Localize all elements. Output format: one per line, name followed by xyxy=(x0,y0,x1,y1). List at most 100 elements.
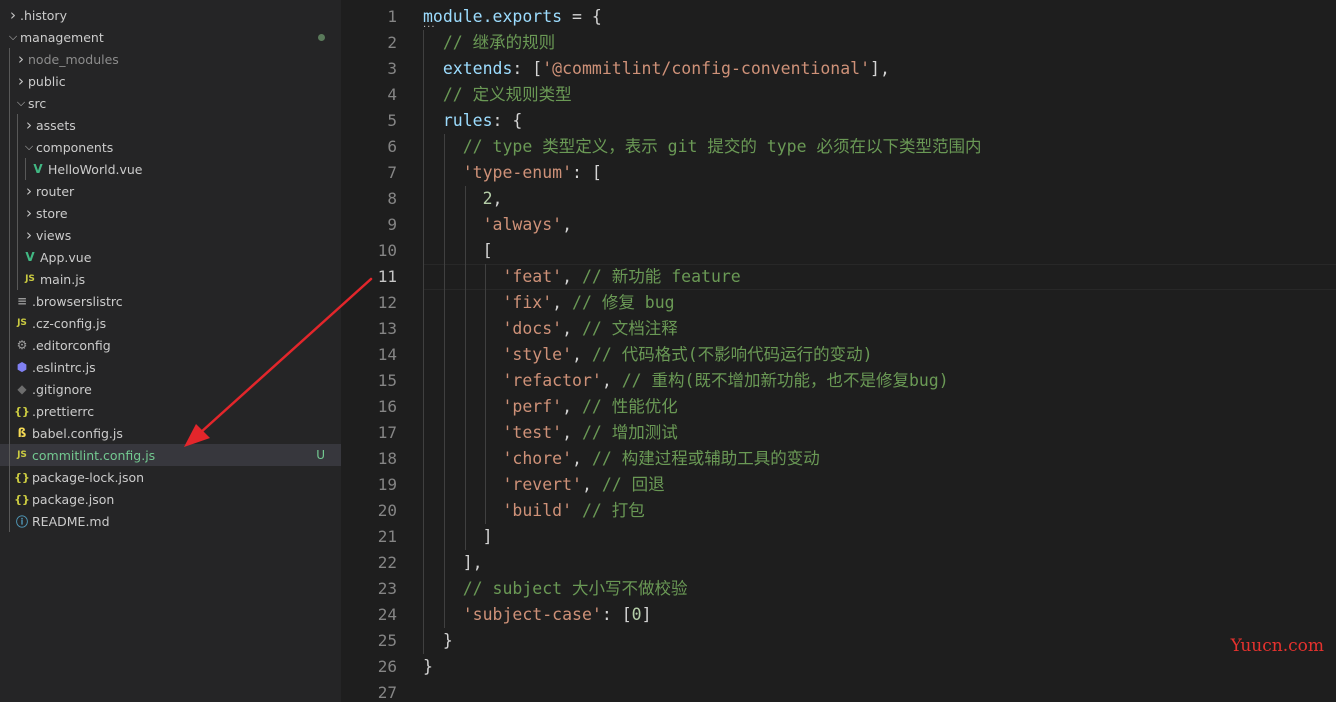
code-line[interactable]: 'build' // 打包 xyxy=(423,498,644,524)
code-line[interactable]: module.exports = { xyxy=(423,4,602,30)
line-number: 7 xyxy=(387,163,397,182)
code-token: '@commitlint/config-conventional' xyxy=(542,59,871,78)
code-line[interactable]: // type 类型定义，表示 git 提交的 type 必须在以下类型范围内 xyxy=(423,134,982,160)
explorer-folder[interactable]: › views xyxy=(0,224,341,246)
code-token: , xyxy=(492,189,503,208)
code-token: = { xyxy=(562,7,602,26)
explorer-file[interactable]: ≡ .browserslistrc xyxy=(0,290,341,312)
code-line[interactable]: 'always', xyxy=(423,212,572,238)
explorer-folder[interactable]: › assets xyxy=(0,114,341,136)
explorer-item-label: .cz-config.js xyxy=(32,315,107,331)
code-token: , xyxy=(562,397,582,416)
code-token: ] xyxy=(423,527,493,546)
code-line[interactable]: } xyxy=(423,628,453,654)
explorer-folder[interactable]: ⌵ src xyxy=(0,92,341,114)
code-line[interactable]: ] xyxy=(423,524,493,550)
code-line[interactable]: 'fix', // 修复 bug xyxy=(423,290,674,316)
code-line[interactable]: 'feat', // 新功能 feature xyxy=(423,264,741,290)
code-line[interactable]: 'revert', // 回退 xyxy=(423,472,664,498)
lines-file-icon: ≡ xyxy=(16,294,28,308)
code-line[interactable]: 'chore', // 构建过程或辅助工具的变动 xyxy=(423,446,819,472)
code-token: 'subject-case' xyxy=(462,605,602,624)
code-line[interactable]: 'perf', // 性能优化 xyxy=(423,394,677,420)
chevron-down-icon: ⌵ xyxy=(8,30,18,43)
explorer-file[interactable]: V App.vue xyxy=(0,246,341,268)
explorer-folder[interactable]: ⌵ management xyxy=(0,26,341,48)
code-line[interactable]: 'subject-case': [0] xyxy=(423,602,652,628)
explorer-file[interactable]: {} package.json xyxy=(0,488,341,510)
js-file-icon: JS xyxy=(17,450,27,460)
explorer-folder[interactable]: › node_modules xyxy=(0,48,341,70)
code-token: } xyxy=(423,657,433,676)
gear-icon: ⚙ xyxy=(16,338,28,352)
explorer-file[interactable]: V HelloWorld.vue xyxy=(0,158,341,180)
chevron-right-icon: › xyxy=(26,116,32,134)
code-line[interactable]: } xyxy=(423,654,433,680)
code-token: 'refactor' xyxy=(502,371,602,390)
code-token: ] xyxy=(641,605,652,624)
explorer-item-label: components xyxy=(36,139,114,155)
explorer-folder[interactable]: › router xyxy=(0,180,341,202)
code-line[interactable]: // 继承的规则 xyxy=(423,30,555,56)
explorer-file[interactable]: ⚙ .editorconfig xyxy=(0,334,341,356)
explorer-item-label: babel.config.js xyxy=(32,425,123,441)
code-token: // 新功能 feature xyxy=(581,267,741,286)
line-number: 19 xyxy=(377,475,397,494)
code-line[interactable]: extends: ['@commitlint/config-convention… xyxy=(423,56,890,82)
code-line[interactable]: 'test', // 增加测试 xyxy=(423,420,678,446)
code-token: } xyxy=(423,631,453,650)
code-token: : [ xyxy=(572,163,602,182)
code-line[interactable]: [ xyxy=(423,238,493,264)
code-editor[interactable]: 1 2 3 4 5 6 7 8 9 10 11 12 13 14 15 16 17 18 19 20 21 22 23 24 2… xyxy=(341,0,1336,702)
code-line[interactable]: ], xyxy=(423,550,483,576)
code-line[interactable]: // subject 大小写不做校验 xyxy=(423,576,688,602)
explorer-folder[interactable]: › .history xyxy=(0,4,341,26)
code-line[interactable]: 'style', // 代码格式(不影响代码运行的变动) xyxy=(423,342,872,368)
explorer-file[interactable]: JS commitlint.config.js U xyxy=(0,444,341,466)
code-token: 'perf' xyxy=(502,397,563,416)
explorer-folder[interactable]: ⌵ components xyxy=(0,136,341,158)
line-number: 17 xyxy=(377,423,397,442)
explorer-folder[interactable]: › public xyxy=(0,70,341,92)
code-token: 'type-enum' xyxy=(462,163,573,182)
explorer-file[interactable]: JS main.js xyxy=(0,268,341,290)
chevron-right-icon: › xyxy=(26,226,32,244)
code-line[interactable]: 'docs', // 文档注释 xyxy=(423,316,677,342)
code-token: ], xyxy=(423,553,483,572)
code-line[interactable]: rules: { xyxy=(423,108,523,134)
explorer-folder[interactable]: › store xyxy=(0,202,341,224)
explorer-file[interactable]: {} .prettierrc xyxy=(0,400,341,422)
explorer-item-label: .editorconfig xyxy=(32,337,111,353)
explorer-item-label: .gitignore xyxy=(32,381,92,397)
line-number: 9 xyxy=(387,215,397,234)
code-token: , xyxy=(552,293,573,312)
code-token: : [ xyxy=(512,59,543,78)
code-line[interactable]: 2, xyxy=(423,186,503,212)
code-token: extends xyxy=(423,59,513,78)
code-token: 'style' xyxy=(502,345,573,364)
explorer-file[interactable]: ß babel.config.js xyxy=(0,422,341,444)
explorer-file[interactable]: ⓘ README.md xyxy=(0,510,341,532)
code-line[interactable]: // 定义规则类型 xyxy=(423,82,572,108)
line-number: 23 xyxy=(377,579,397,598)
code-token: // 增加测试 xyxy=(581,423,678,442)
code-line[interactable]: 'type-enum': [ xyxy=(423,160,602,186)
explorer-item-label: commitlint.config.js xyxy=(32,447,156,463)
line-number: 14 xyxy=(377,345,397,364)
explorer-item-label: HelloWorld.vue xyxy=(48,161,143,177)
line-number: 5 xyxy=(387,111,397,130)
vscode-window: › .history ⌵ management › node_modules › public… xyxy=(0,0,1336,702)
code-token: : { xyxy=(492,111,523,130)
explorer-file[interactable]: JS .cz-config.js xyxy=(0,312,341,334)
line-number: 21 xyxy=(377,527,397,546)
code-line[interactable]: 'refactor', // 重构(既不增加新功能，也不是修复bug) xyxy=(423,368,948,394)
explorer-file[interactable]: {} package-lock.json xyxy=(0,466,341,488)
explorer-file[interactable]: ◆ .gitignore xyxy=(0,378,341,400)
js-file-icon: JS xyxy=(25,274,35,284)
explorer-item-label: .prettierrc xyxy=(32,403,95,419)
js-file-icon: JS xyxy=(17,318,27,328)
chevron-down-icon: ⌵ xyxy=(16,96,26,109)
explorer-file[interactable]: ⬢ .eslintrc.js xyxy=(0,356,341,378)
